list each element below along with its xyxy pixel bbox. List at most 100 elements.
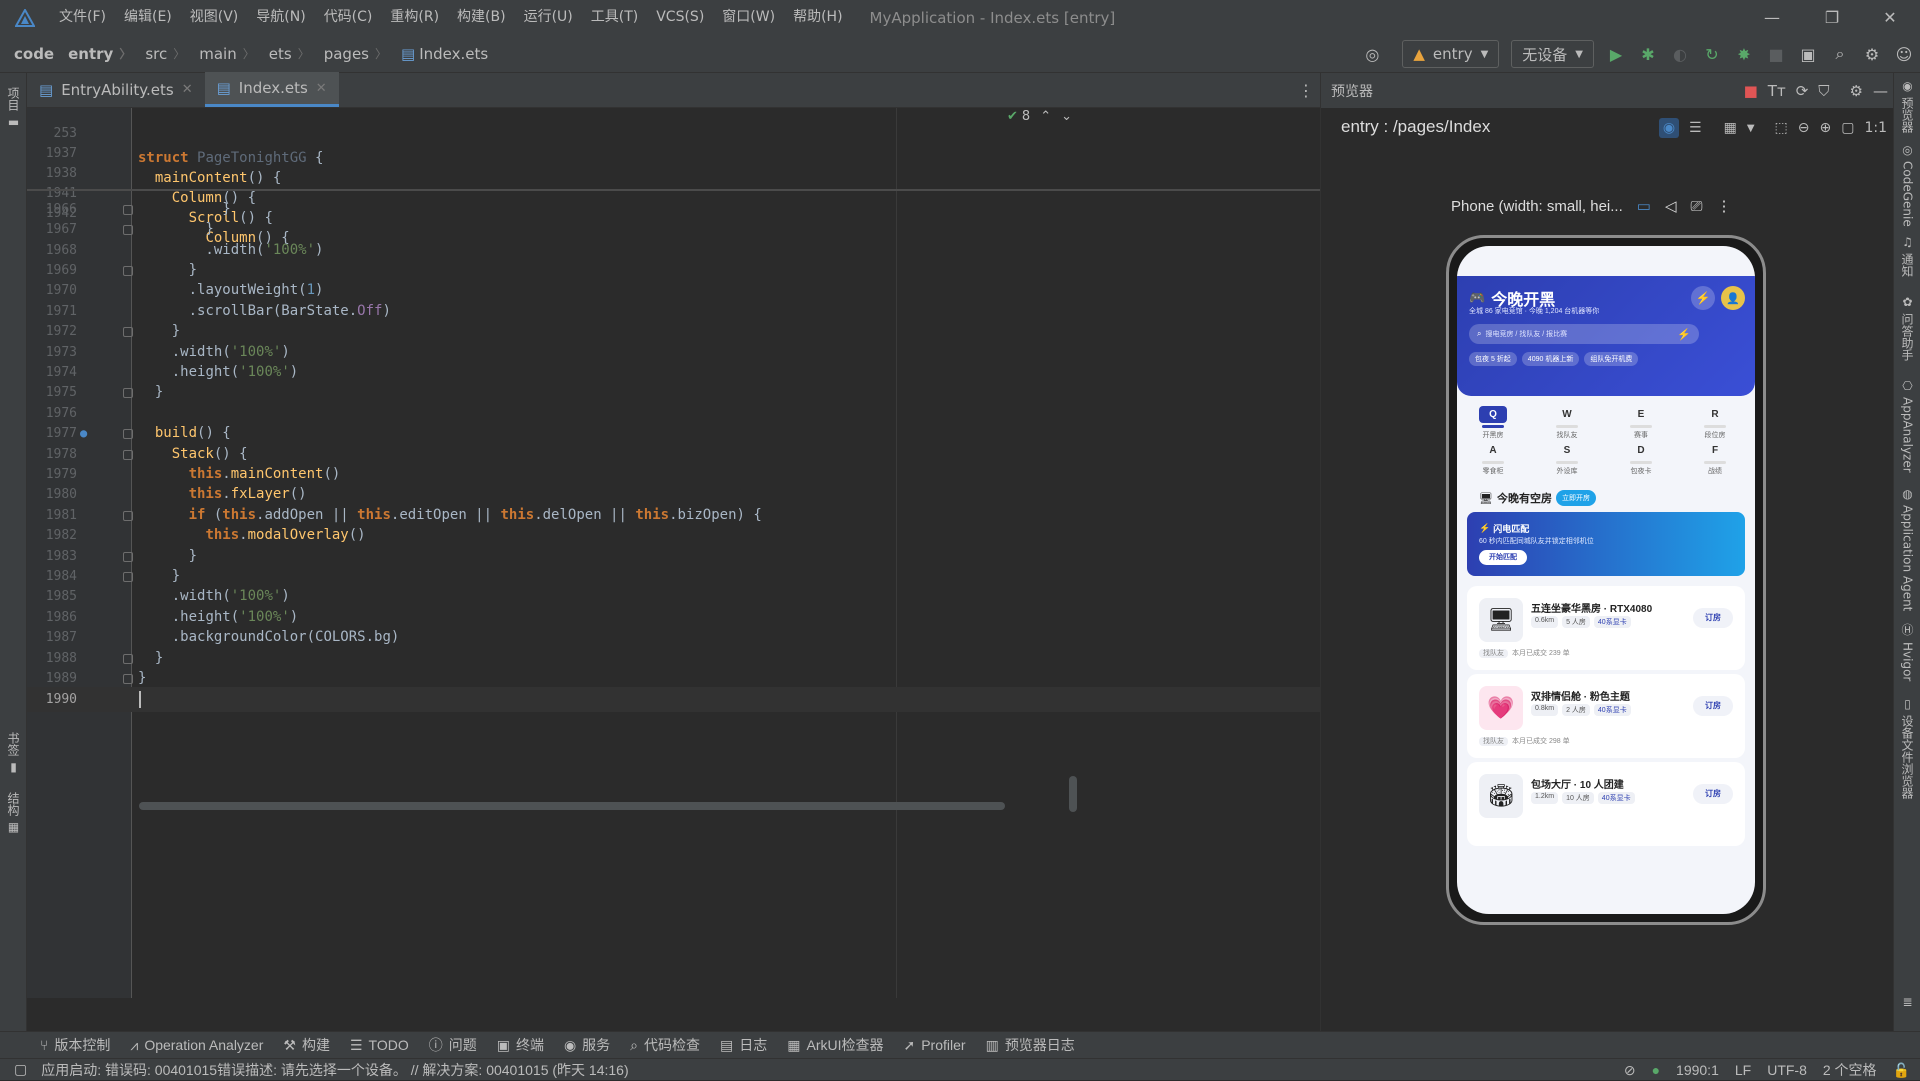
zoom-out-icon[interactable]: ⊖ xyxy=(1798,120,1810,136)
find-team-tag[interactable]: 找队友 xyxy=(1479,737,1508,746)
lightning-button[interactable]: ⚡ xyxy=(1691,286,1715,310)
room-card[interactable]: 🏟 包场大厅 · 10 人团建 1.2km 10 人房 40系显卡 订房 xyxy=(1467,762,1745,846)
tool-code-inspection[interactable]: ⌕ 代码检查 xyxy=(620,1035,710,1055)
breadcrumb-file[interactable]: ▤ Index.ets xyxy=(387,45,488,63)
menu-view[interactable]: 视图(V) xyxy=(181,0,248,35)
layers-icon[interactable]: ☰ xyxy=(1689,120,1702,136)
chevron-down-icon[interactable]: ▼ xyxy=(1747,123,1755,134)
tool-vcs[interactable]: ⑂ 版本控制 xyxy=(30,1035,120,1055)
run-icon[interactable]: ▶ xyxy=(1600,38,1632,70)
menu-edit[interactable]: 编辑(E) xyxy=(115,0,181,35)
tool-tab-appanalyzer[interactable]: ⎔ AppAnalyzer xyxy=(1894,379,1920,473)
fold-icon[interactable] xyxy=(123,266,133,276)
fold-icon[interactable] xyxy=(123,511,133,521)
zoom-in-icon[interactable]: ⊕ xyxy=(1820,120,1832,136)
back-icon[interactable]: ◁ xyxy=(1665,197,1677,215)
device-manager-icon[interactable]: ▣ xyxy=(1792,38,1824,70)
fold-icon[interactable] xyxy=(123,654,133,664)
fold-icon[interactable] xyxy=(123,552,133,562)
more-icon[interactable]: ⋮ xyxy=(1717,197,1732,215)
fold-icon[interactable] xyxy=(123,327,133,337)
tool-tab-previewer[interactable]: ◉ 预览器 xyxy=(1894,79,1920,133)
fold-icon[interactable] xyxy=(123,388,133,398)
fit-screen-icon[interactable]: ⬚ xyxy=(1775,120,1788,136)
book-room-button[interactable]: 订房 xyxy=(1693,608,1733,628)
book-room-button[interactable]: 订房 xyxy=(1693,696,1733,716)
gear-icon[interactable]: ⚙ xyxy=(1850,82,1863,100)
file-encoding[interactable]: UTF-8 xyxy=(1767,1062,1807,1078)
tool-build[interactable]: ⚒ 构建 xyxy=(273,1035,340,1055)
key-w[interactable]: W 找队友 xyxy=(1537,406,1597,440)
menu-help[interactable]: 帮助(H) xyxy=(784,0,851,35)
hide-panel-icon[interactable]: — xyxy=(1873,82,1888,100)
menu-code[interactable]: 代码(C) xyxy=(315,0,382,35)
attach-debugger-icon[interactable]: ◐ xyxy=(1664,38,1696,70)
account-icon[interactable]: ☺ xyxy=(1888,38,1920,70)
filter-icon[interactable]: ⛉ xyxy=(1818,82,1829,100)
device-select[interactable]: 无设备 ▼ xyxy=(1511,40,1594,68)
inspector-icon[interactable]: ◉ xyxy=(1658,118,1680,138)
module-select[interactable]: ▲ entry ▼ xyxy=(1402,40,1500,68)
vertical-scrollbar[interactable] xyxy=(1069,776,1077,812)
rotate-icon[interactable]: ⎚ xyxy=(1690,198,1702,215)
indent-setting[interactable]: 2 个空格 xyxy=(1823,1060,1877,1080)
grid-icon[interactable]: ▦ xyxy=(1724,120,1737,136)
tool-operation-analyzer[interactable]: ⩘ Operation Analyzer xyxy=(120,1037,273,1054)
avatar[interactable]: 👤 xyxy=(1721,286,1745,310)
tool-tab-device-explorer[interactable]: ▯ 设备文件浏览器 xyxy=(1894,697,1920,799)
tool-problems[interactable]: ⓘ 问题 xyxy=(419,1035,487,1055)
menu-window[interactable]: 窗口(W) xyxy=(713,0,784,35)
tool-arkui-inspector[interactable]: ▦ ArkUI检查器 xyxy=(777,1035,893,1055)
menu-file[interactable]: 文件(F) xyxy=(50,0,115,35)
breadcrumb-main[interactable]: main 〉 xyxy=(185,45,255,63)
ratio-icon[interactable]: 1:1 xyxy=(1864,120,1887,136)
tool-tab-hvigor[interactable]: Ⓗ Hvigor xyxy=(1894,621,1920,681)
key-e[interactable]: E 赛事 xyxy=(1611,406,1671,440)
status-message[interactable]: 应用启动: 错误码: 00401015错误描述: 请先选择一个设备。 // 解决… xyxy=(41,1060,628,1080)
cursor-position[interactable]: 1990:1 xyxy=(1676,1062,1719,1078)
device-switch-icon[interactable]: ▭ xyxy=(1637,197,1651,215)
maximize-icon[interactable]: ❐ xyxy=(1802,0,1862,35)
tool-tab-assistant[interactable]: ✿ 问答助手 xyxy=(1894,295,1920,361)
minimize-icon[interactable]: — xyxy=(1742,0,1802,35)
stop-icon[interactable]: ■ xyxy=(1760,38,1792,70)
chip[interactable]: 4090 机器上新 xyxy=(1521,352,1580,366)
menu-vcs[interactable]: VCS(S) xyxy=(647,0,713,35)
menu-build[interactable]: 构建(B) xyxy=(448,0,515,35)
key-q[interactable]: Q 开黑房 xyxy=(1463,406,1523,440)
profile-icon[interactable]: ✸ xyxy=(1728,38,1760,70)
close-icon[interactable]: ✕ xyxy=(1860,0,1920,35)
screenshot-icon[interactable]: ▢ xyxy=(1841,120,1854,136)
search-icon[interactable]: ⌕ xyxy=(1824,38,1856,70)
tool-todo[interactable]: ☰ TODO xyxy=(340,1037,419,1054)
tool-tab-agent[interactable]: ◍ Application Agent xyxy=(1894,487,1920,611)
gear-icon[interactable]: ⚙ xyxy=(1856,38,1888,70)
tool-log[interactable]: ▤ 日志 xyxy=(710,1035,777,1055)
room-card[interactable]: 💗 双排情侣舱 · 粉色主题 0.8km 2 人房 40系显卡 订房 找队友 本月… xyxy=(1467,674,1745,758)
book-room-button[interactable]: 订房 xyxy=(1693,784,1733,804)
toggle-panels-icon[interactable]: ▢ xyxy=(0,1061,41,1078)
tool-tab-project[interactable]: 项目 ▬ xyxy=(0,83,27,129)
phone-screen[interactable]: 🎮 今晚开黑 全城 86 家电竞馆 · 今晚 1,204 台机器等你 ⚡ 👤 ⌕… xyxy=(1457,246,1755,914)
database-icon[interactable]: ≣ xyxy=(1894,995,1920,1009)
start-match-button[interactable]: 开始匹配 xyxy=(1479,550,1527,565)
menu-tools[interactable]: 工具(T) xyxy=(582,0,647,35)
key-s[interactable]: S 外设库 xyxy=(1537,442,1597,476)
stop-preview-icon[interactable]: ■ xyxy=(1744,82,1758,100)
chip[interactable]: 包夜 5 折起 xyxy=(1469,352,1517,366)
search-bar[interactable]: ⌕ 搜电竞房 / 找队友 / 报比赛 ⚡ xyxy=(1469,324,1699,344)
fold-icon[interactable] xyxy=(123,674,133,684)
no-events-icon[interactable]: ⊘ xyxy=(1624,1062,1636,1079)
tool-profiler[interactable]: ➚ Profiler xyxy=(893,1037,975,1054)
fold-icon[interactable] xyxy=(123,429,133,439)
lock-icon[interactable]: 🔓 xyxy=(1893,1062,1910,1079)
chip[interactable]: 组队免开机费 xyxy=(1584,352,1639,366)
menu-run[interactable]: 运行(U) xyxy=(515,0,582,35)
breadcrumb-src[interactable]: src 〉 xyxy=(131,45,185,63)
match-banner[interactable]: ⚡ 闪电匹配 60 秒内匹配同城队友并锁定相邻机位 开始匹配 xyxy=(1467,512,1745,576)
breadcrumb-ets[interactable]: ets 〉 xyxy=(255,45,310,63)
section-badge[interactable]: 立即开房 xyxy=(1555,490,1596,506)
code-editor[interactable]: ✔ 8 ⌃ ⌄ 253 struct PageTonightGG { 1937 … xyxy=(27,108,1320,1028)
find-team-tag[interactable]: 找队友 xyxy=(1479,649,1508,658)
line-separator[interactable]: LF xyxy=(1735,1062,1751,1078)
